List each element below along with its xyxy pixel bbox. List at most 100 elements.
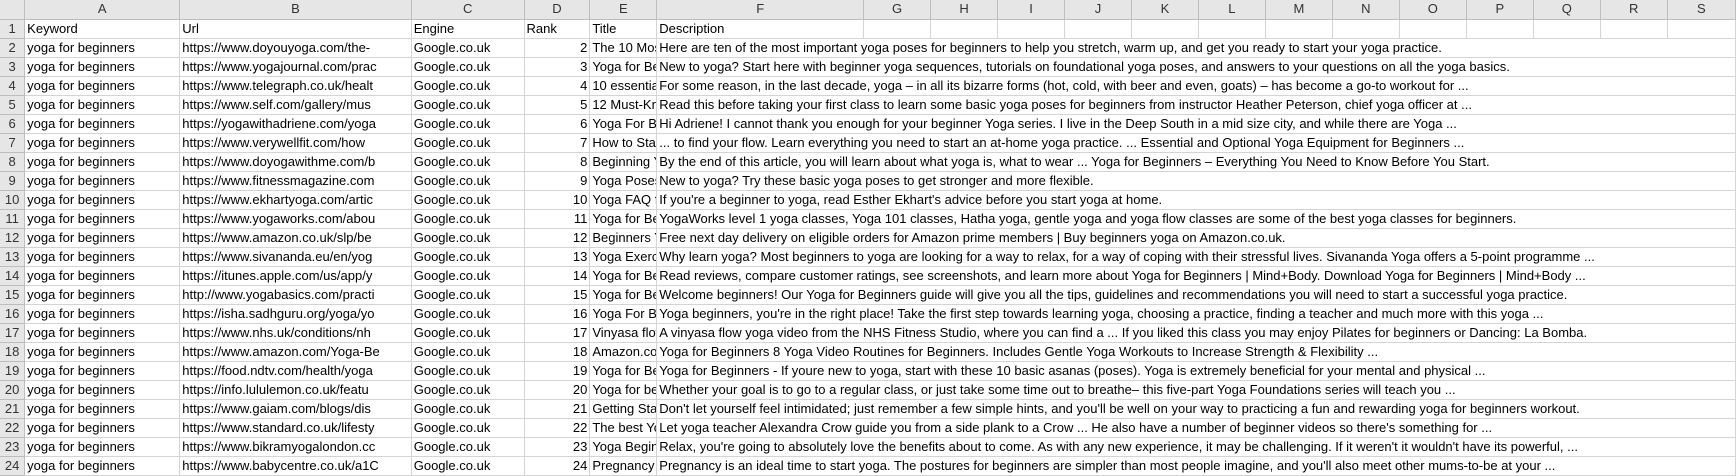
rank-cell[interactable]: 19 — [524, 361, 591, 381]
description-cell[interactable]: New to yoga? Try these basic yoga poses … — [656, 171, 1736, 191]
description-cell[interactable]: Yoga beginners, you're in the right plac… — [656, 304, 1736, 324]
engine-cell[interactable]: Google.co.uk — [411, 38, 525, 58]
rank-cell[interactable]: 22 — [524, 418, 591, 438]
url-cell[interactable]: https://www.yogaworks.com/abou — [179, 209, 412, 229]
column-header-o[interactable]: O — [1399, 0, 1467, 20]
description-cell[interactable]: Here are ten of the most important yoga … — [656, 38, 1736, 58]
title-cell[interactable]: Yoga for Beginners: 10 Basic — [589, 361, 658, 381]
title-cell[interactable]: The 10 Most Important Yoga — [589, 38, 658, 58]
url-cell[interactable]: https://itunes.apple.com/us/app/y — [179, 266, 412, 286]
rank-cell[interactable]: 21 — [524, 399, 591, 419]
empty-cell[interactable] — [1265, 19, 1333, 39]
row-header[interactable]: 6 — [0, 114, 26, 134]
title-cell[interactable]: Amazon.com: Yoga for Begi — [589, 342, 658, 362]
title-cell[interactable]: Yoga Poses for Beginners | — [589, 171, 658, 191]
keyword-cell[interactable]: yoga for beginners — [24, 361, 181, 381]
rank-cell[interactable]: 14 — [524, 266, 591, 286]
engine-cell[interactable]: Google.co.uk — [411, 437, 525, 457]
description-cell[interactable]: Yoga for Beginners 8 Yoga Video Routines… — [656, 342, 1736, 362]
empty-cell[interactable] — [930, 19, 999, 39]
empty-cell[interactable] — [997, 19, 1065, 39]
description-cell[interactable]: Why learn yoga? Most beginners to yoga a… — [656, 247, 1736, 267]
column-header-k[interactable]: K — [1131, 0, 1199, 20]
rank-cell[interactable]: 9 — [524, 171, 591, 191]
keyword-cell[interactable]: yoga for beginners — [24, 95, 181, 115]
engine-cell[interactable]: Google.co.uk — [411, 152, 525, 172]
rank-cell[interactable]: 15 — [524, 285, 591, 305]
row-header[interactable]: 15 — [0, 285, 26, 305]
empty-cell[interactable] — [1198, 19, 1266, 39]
row-header[interactable]: 12 — [0, 228, 26, 248]
description-cell[interactable]: YogaWorks level 1 yoga classes, Yoga 101… — [656, 209, 1736, 229]
row-header[interactable]: 4 — [0, 76, 26, 96]
description-cell[interactable]: Free next day delivery on eligible order… — [656, 228, 1736, 248]
column-header-h[interactable]: H — [930, 0, 999, 20]
engine-cell[interactable]: Google.co.uk — [411, 247, 525, 267]
empty-cell[interactable] — [1667, 19, 1736, 39]
row-header[interactable]: 9 — [0, 171, 26, 191]
row-header[interactable]: 21 — [0, 399, 26, 419]
rank-cell[interactable]: 7 — [524, 133, 591, 153]
column-header-p[interactable]: P — [1466, 0, 1534, 20]
rank-cell[interactable]: 23 — [524, 437, 591, 457]
description-cell[interactable]: A vinyasa flow yoga video from the NHS F… — [656, 323, 1736, 343]
rank-cell[interactable]: 24 — [524, 456, 591, 476]
row-header[interactable]: 13 — [0, 247, 26, 267]
title-cell[interactable]: Yoga Exercises for Beginner — [589, 247, 658, 267]
header-cell-keyword[interactable]: Keyword — [24, 19, 181, 39]
keyword-cell[interactable]: yoga for beginners — [24, 171, 181, 191]
keyword-cell[interactable]: yoga for beginners — [24, 342, 181, 362]
engine-cell[interactable]: Google.co.uk — [411, 456, 525, 476]
empty-cell[interactable] — [1399, 19, 1467, 39]
column-header-d[interactable]: D — [524, 0, 591, 20]
keyword-cell[interactable]: yoga for beginners — [24, 133, 181, 153]
engine-cell[interactable]: Google.co.uk — [411, 171, 525, 191]
column-header-q[interactable]: Q — [1533, 0, 1601, 20]
empty-cell[interactable] — [1332, 19, 1400, 39]
engine-cell[interactable]: Google.co.uk — [411, 114, 525, 134]
title-cell[interactable]: Yoga For Beginners - 40 Min — [589, 114, 658, 134]
description-cell[interactable]: Pregnancy is an ideal time to start yoga… — [656, 456, 1736, 476]
row-header[interactable]: 22 — [0, 418, 26, 438]
url-cell[interactable]: http://www.yogabasics.com/practi — [179, 285, 412, 305]
keyword-cell[interactable]: yoga for beginners — [24, 114, 181, 134]
url-cell[interactable]: https://www.doyogawithme.com/b — [179, 152, 412, 172]
title-cell[interactable]: Yoga FAQ for beginners | El — [589, 190, 658, 210]
rank-cell[interactable]: 18 — [524, 342, 591, 362]
keyword-cell[interactable]: yoga for beginners — [24, 57, 181, 77]
engine-cell[interactable]: Google.co.uk — [411, 399, 525, 419]
url-cell[interactable]: https://www.telegraph.co.uk/healt — [179, 76, 412, 96]
description-cell[interactable]: Hi Adriene! I cannot thank you enough fo… — [656, 114, 1736, 134]
description-cell[interactable]: By the end of this article, you will lea… — [656, 152, 1736, 172]
title-cell[interactable]: Yoga for Beginners | Yoga C — [589, 209, 658, 229]
rank-cell[interactable]: 5 — [524, 95, 591, 115]
row-header[interactable]: 7 — [0, 133, 26, 153]
keyword-cell[interactable]: yoga for beginners — [24, 456, 181, 476]
keyword-cell[interactable]: yoga for beginners — [24, 418, 181, 438]
title-cell[interactable]: Yoga for Beginners: Poses, — [589, 57, 658, 77]
description-cell[interactable]: ... to find your flow. Learn everything … — [656, 133, 1736, 153]
keyword-cell[interactable]: yoga for beginners — [24, 380, 181, 400]
empty-cell[interactable] — [863, 19, 932, 39]
engine-cell[interactable]: Google.co.uk — [411, 209, 525, 229]
keyword-cell[interactable]: yoga for beginners — [24, 209, 181, 229]
row-header[interactable]: 16 — [0, 304, 26, 324]
engine-cell[interactable]: Google.co.uk — [411, 304, 525, 324]
column-header-s[interactable]: S — [1667, 0, 1736, 20]
url-cell[interactable]: https://www.gaiam.com/blogs/dis — [179, 399, 412, 419]
keyword-cell[interactable]: yoga for beginners — [24, 152, 181, 172]
title-cell[interactable]: Beginners Yoga: Amazon.co — [589, 228, 658, 248]
keyword-cell[interactable]: yoga for beginners — [24, 228, 181, 248]
title-cell[interactable]: The best YouTube yoga clas — [589, 418, 658, 438]
header-cell-engine[interactable]: Engine — [411, 19, 525, 39]
url-cell[interactable]: https://www.verywellfit.com/how — [179, 133, 412, 153]
title-cell[interactable]: 10 essential yoga poses for — [589, 76, 658, 96]
description-cell[interactable]: New to yoga? Start here with beginner yo… — [656, 57, 1736, 77]
empty-cell[interactable] — [1600, 19, 1668, 39]
header-cell-rank[interactable]: Rank — [524, 19, 591, 39]
row-header[interactable]: 3 — [0, 57, 26, 77]
row-header[interactable]: 24 — [0, 456, 26, 476]
row-header[interactable]: 10 — [0, 190, 26, 210]
column-header-b[interactable]: B — [179, 0, 412, 20]
engine-cell[interactable]: Google.co.uk — [411, 133, 525, 153]
